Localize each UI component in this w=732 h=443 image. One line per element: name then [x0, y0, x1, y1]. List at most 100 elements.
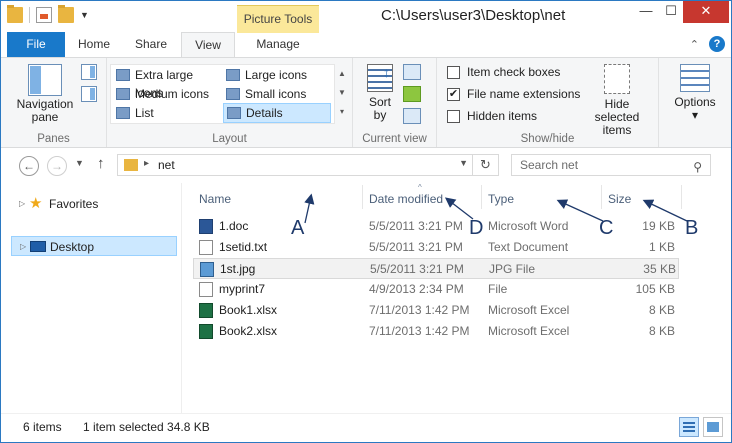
annotation-label-a: A [291, 217, 305, 239]
column-divider[interactable] [362, 185, 363, 209]
file-type: File [488, 282, 508, 296]
current-view-group-label: Current view [362, 133, 427, 145]
status-bar: 6 items 1 item selected 34.8 KB [1, 413, 731, 442]
group-by-icon[interactable] [403, 64, 421, 80]
item-check-boxes-checkbox[interactable]: Item check boxes [447, 64, 560, 82]
file-row[interactable]: Book2.xlsx 7/11/2013 1:42 PM Microsoft E… [193, 321, 679, 342]
navigation-pane-icon [28, 64, 62, 96]
qat-dropdown-icon[interactable]: ▼ [80, 10, 89, 20]
layout-small-icons[interactable]: Small icons [223, 85, 333, 103]
file-name: 1.doc [219, 219, 249, 233]
layout-group-label: Layout [212, 133, 247, 145]
preview-pane-icon[interactable] [81, 64, 97, 80]
tab-home[interactable]: Home [67, 32, 121, 57]
column-header-size[interactable]: Size [608, 189, 631, 209]
file-date: 7/11/2013 1:42 PM [369, 303, 470, 317]
tab-manage[interactable]: Manage [237, 32, 319, 57]
explorer-window: ▼ Picture Tools C:\Users\user3\Desktop\n… [0, 0, 732, 443]
close-button[interactable]: ✕ [683, 1, 729, 23]
column-header-type[interactable]: Type [488, 189, 514, 209]
layout-details[interactable]: Details [223, 103, 331, 123]
layout-list[interactable]: List [113, 104, 223, 122]
expand-icon[interactable]: ▷ [20, 237, 26, 257]
search-placeholder: Search net [520, 158, 579, 172]
annotation-label-d: D [469, 217, 484, 239]
file-date: 5/5/2011 3:21 PM [370, 262, 464, 276]
options-button[interactable]: Options ▾ [667, 64, 723, 122]
recent-locations-dropdown-icon[interactable]: ▼ [75, 158, 84, 168]
hide-selected-items-icon [604, 64, 630, 94]
annotation-label-c: C [599, 217, 614, 239]
file-row-selected[interactable]: 1st.jpg 5/5/2011 3:21 PM JPG File 35 KB [193, 258, 679, 279]
layout-gallery-scroll[interactable]: ▲ ▼ ▾ [337, 64, 347, 124]
navigation-pane-button[interactable]: Navigation pane [11, 62, 79, 124]
file-name-extensions-checkbox[interactable]: ✔ File name extensions [447, 86, 580, 104]
checkbox-unchecked-icon [447, 110, 460, 123]
file-date: 7/11/2013 1:42 PM [369, 324, 470, 338]
size-columns-icon[interactable] [403, 108, 421, 124]
help-icon[interactable]: ? [709, 36, 725, 52]
panes-group: Navigation pane Panes [1, 58, 107, 147]
file-row[interactable]: Book1.xlsx 7/11/2013 1:42 PM Microsoft E… [193, 300, 679, 321]
column-divider[interactable] [481, 185, 482, 209]
status-selection: 1 item selected 34.8 KB [83, 420, 210, 434]
column-header-date-modified[interactable]: Date modified [369, 189, 443, 209]
hidden-items-checkbox[interactable]: Hidden items [447, 108, 537, 126]
tab-share[interactable]: Share [123, 32, 179, 57]
address-dropdown-icon[interactable]: ▼ [459, 158, 468, 168]
annotation-label-b: B [685, 217, 699, 239]
properties-icon[interactable] [36, 7, 52, 23]
nav-item-favorites[interactable]: ▷ ★ Favorites [11, 194, 171, 214]
status-item-count: 6 items [23, 420, 62, 434]
details-view-icon[interactable] [679, 417, 699, 437]
layout-gallery: Extra large icons Large icons Medium ico… [110, 64, 335, 124]
back-button[interactable]: ← [19, 156, 39, 176]
nav-item-desktop[interactable]: ▷ Desktop [11, 236, 177, 256]
column-divider[interactable] [601, 185, 602, 209]
address-row: ← → ▼ ↑ ▸ net ▼ ↻ Search net ⚲ [1, 149, 731, 183]
file-date: 4/9/2013 2:34 PM [369, 282, 464, 296]
file-row[interactable]: myprint7 4/9/2013 2:34 PM File 105 KB [193, 279, 679, 300]
up-button[interactable]: ↑ [97, 155, 105, 172]
panes-group-label: Panes [37, 133, 70, 145]
generic-file-icon [199, 282, 213, 297]
file-size: 105 KB [635, 282, 675, 296]
minimize-button[interactable]: — [633, 1, 659, 23]
excel-icon [199, 324, 213, 339]
layout-large-icons[interactable]: Large icons [223, 66, 333, 84]
file-name: 1st.jpg [220, 262, 256, 276]
expand-icon[interactable]: ▷ [19, 194, 25, 214]
navigation-pane: ▷ ★ Favorites ▷ Desktop [1, 183, 182, 413]
refresh-button[interactable]: ↻ [472, 155, 498, 175]
picture-tools-context-tab: Picture Tools [237, 5, 319, 33]
show-hide-group-label: Show/hide [520, 133, 575, 145]
search-icon[interactable]: ⚲ [693, 157, 702, 177]
layout-extra-large-icons[interactable]: Extra large icons [113, 66, 223, 100]
details-pane-icon[interactable] [81, 86, 97, 102]
tab-view[interactable]: View [181, 32, 235, 58]
breadcrumb-current[interactable]: net [158, 158, 175, 172]
file-type: Microsoft Excel W... [488, 324, 572, 338]
maximize-button[interactable]: ☐ [659, 1, 683, 23]
file-size: 8 KB [648, 324, 675, 338]
layout-medium-icons[interactable]: Medium icons [113, 85, 223, 103]
folder-icon[interactable] [7, 5, 23, 23]
details-icon [227, 107, 241, 119]
hide-selected-items-button[interactable]: Hide selected items [581, 64, 653, 137]
address-bar[interactable]: ▸ net ▼ ↻ [117, 154, 499, 176]
qat-separator [29, 7, 30, 23]
ribbon-collapse-icon[interactable]: ⌃ [690, 38, 699, 51]
file-row[interactable]: 1setid.txt 5/5/2011 3:21 PM Text Documen… [193, 237, 679, 258]
forward-button[interactable]: → [47, 156, 67, 176]
new-folder-icon[interactable] [58, 5, 74, 23]
add-columns-icon[interactable] [403, 86, 421, 102]
breadcrumb-chevron-icon[interactable]: ▸ [144, 158, 149, 169]
search-input[interactable]: Search net ⚲ [511, 154, 711, 176]
column-header-name[interactable]: Name [199, 189, 231, 209]
checkbox-checked-icon: ✔ [447, 88, 460, 101]
column-divider[interactable] [681, 185, 682, 209]
large-icons-view-icon[interactable] [703, 417, 723, 437]
tab-file[interactable]: File [7, 32, 65, 57]
options-icon [680, 64, 710, 92]
extra-large-icons-icon [116, 69, 130, 81]
